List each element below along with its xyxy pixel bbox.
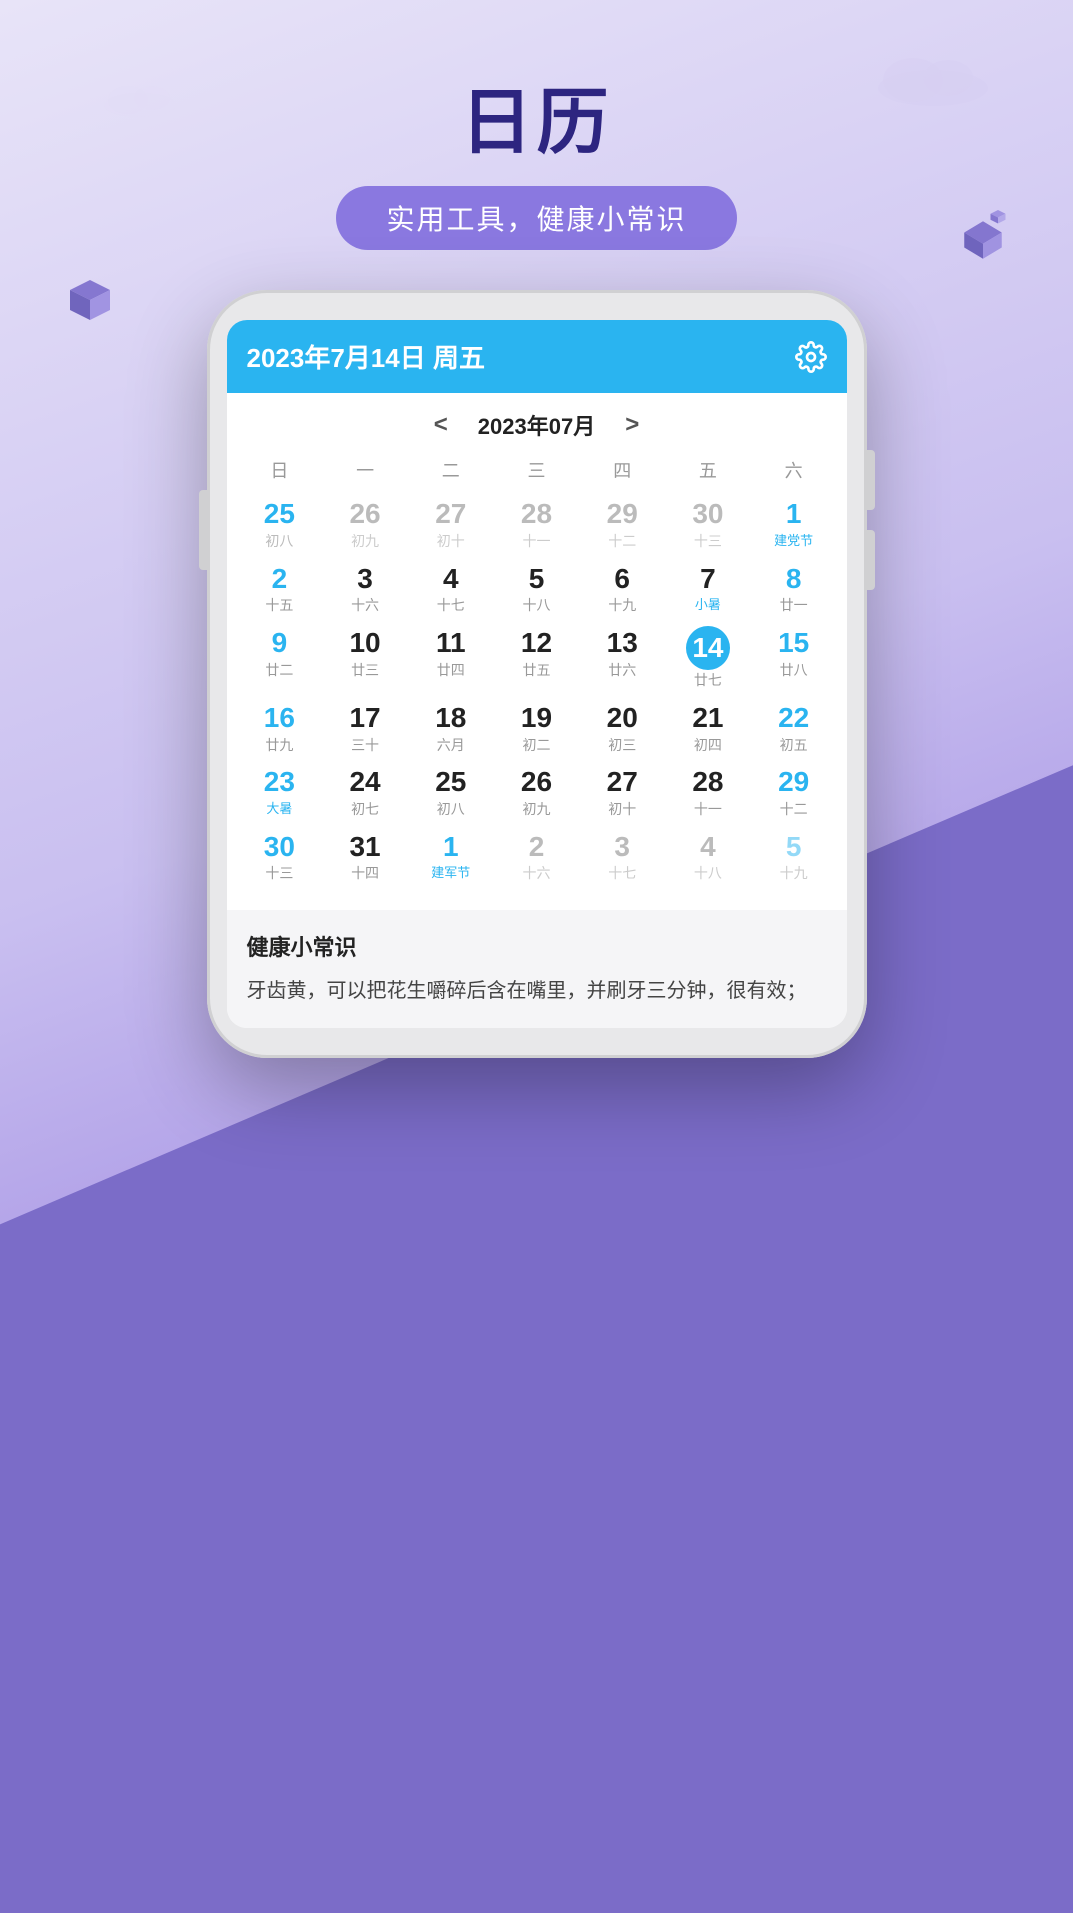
dow-sun: 日 xyxy=(237,457,323,483)
app-title: 日历 xyxy=(0,80,1073,166)
table-row[interactable]: 28 十一 xyxy=(494,491,580,555)
table-row[interactable]: 30 十三 xyxy=(237,824,323,888)
table-row[interactable]: 5 十九 xyxy=(751,824,837,888)
app-subtitle: 实用工具，健康小常识 xyxy=(336,186,736,250)
health-section: 健康小常识 牙齿黄，可以把花生嚼碎后含在嘴里，并刷牙三分钟，很有效； xyxy=(227,910,847,1028)
table-row[interactable]: 24 初七 xyxy=(322,759,408,823)
table-row[interactable]: 15 廿八 xyxy=(751,620,837,695)
phone-screen: 2023年7月14日 周五 < 2023年07月 > 日 一 二 xyxy=(227,320,847,1028)
table-row[interactable]: 17 三十 xyxy=(322,695,408,759)
selected-day[interactable]: 14 廿七 xyxy=(665,620,751,695)
calendar-nav: < 2023年07月 > xyxy=(227,393,847,449)
next-month-button[interactable]: > xyxy=(625,411,639,439)
dow-thu: 四 xyxy=(579,457,665,483)
table-row[interactable]: 2 十五 xyxy=(237,556,323,620)
table-row[interactable]: 4 十八 xyxy=(665,824,751,888)
header-date: 2023年7月14日 周五 xyxy=(247,338,485,375)
table-row[interactable]: 12 廿五 xyxy=(494,620,580,695)
table-row[interactable]: 1 建军节 xyxy=(408,824,494,888)
dow-mon: 一 xyxy=(322,457,408,483)
table-row[interactable]: 11 廿四 xyxy=(408,620,494,695)
table-row[interactable]: 18 六月 xyxy=(408,695,494,759)
table-row[interactable]: 23 大暑 xyxy=(237,759,323,823)
table-row[interactable]: 3 十六 xyxy=(322,556,408,620)
health-title: 健康小常识 xyxy=(247,930,827,962)
day-of-week-row: 日 一 二 三 四 五 六 xyxy=(227,449,847,487)
dow-tue: 二 xyxy=(408,457,494,483)
table-row[interactable]: 5 十八 xyxy=(494,556,580,620)
table-row[interactable]: 27 初十 xyxy=(579,759,665,823)
table-row[interactable]: 28 十一 xyxy=(665,759,751,823)
table-row[interactable]: 21 初四 xyxy=(665,695,751,759)
month-title: 2023年07月 xyxy=(478,409,595,441)
table-row[interactable]: 13 廿六 xyxy=(579,620,665,695)
table-row[interactable]: 26 初九 xyxy=(322,491,408,555)
phone-button-right-top xyxy=(867,450,875,510)
table-row[interactable]: 26 初九 xyxy=(494,759,580,823)
phone-button-left xyxy=(199,490,207,570)
table-row[interactable]: 22 初五 xyxy=(751,695,837,759)
table-row[interactable]: 1 建党节 xyxy=(751,491,837,555)
dow-sat: 六 xyxy=(751,457,837,483)
table-row[interactable]: 20 初三 xyxy=(579,695,665,759)
prev-month-button[interactable]: < xyxy=(434,411,448,439)
table-row[interactable]: 6 十九 xyxy=(579,556,665,620)
phone-container: 2023年7月14日 周五 < 2023年07月 > 日 一 二 xyxy=(0,290,1073,1058)
table-row[interactable]: 9 廿二 xyxy=(237,620,323,695)
table-row[interactable]: 25 初八 xyxy=(237,491,323,555)
table-row[interactable]: 30 十三 xyxy=(665,491,751,555)
table-row[interactable]: 31 十四 xyxy=(322,824,408,888)
health-content: 牙齿黄，可以把花生嚼碎后含在嘴里，并刷牙三分钟，很有效； xyxy=(247,974,827,1008)
table-row[interactable]: 8 廿一 xyxy=(751,556,837,620)
table-row[interactable]: 29 十二 xyxy=(751,759,837,823)
phone-mockup: 2023年7月14日 周五 < 2023年07月 > 日 一 二 xyxy=(207,290,867,1058)
table-row[interactable]: 3 十七 xyxy=(579,824,665,888)
table-row[interactable]: 4 十七 xyxy=(408,556,494,620)
dow-wed: 三 xyxy=(494,457,580,483)
table-row[interactable]: 27 初十 xyxy=(408,491,494,555)
phone-button-right-bottom xyxy=(867,530,875,590)
calendar-grid: 25 初八 26 初九 27 初十 28 十一 xyxy=(227,487,847,898)
table-row[interactable]: 25 初八 xyxy=(408,759,494,823)
table-row[interactable]: 19 初二 xyxy=(494,695,580,759)
table-row[interactable]: 29 十二 xyxy=(579,491,665,555)
settings-icon[interactable] xyxy=(795,341,827,373)
table-row[interactable]: 10 廿三 xyxy=(322,620,408,695)
table-row[interactable]: 7 小暑 xyxy=(665,556,751,620)
table-row[interactable]: 16 廿九 xyxy=(237,695,323,759)
dow-fri: 五 xyxy=(665,457,751,483)
calendar-header: 2023年7月14日 周五 xyxy=(227,320,847,393)
title-section: 日历 实用工具，健康小常识 xyxy=(0,0,1073,250)
table-row[interactable]: 2 十六 xyxy=(494,824,580,888)
